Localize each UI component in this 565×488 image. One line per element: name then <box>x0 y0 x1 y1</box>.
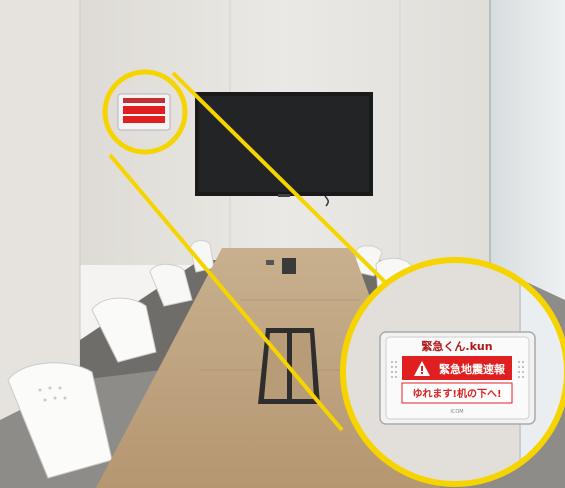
meeting-room-photo: 緊急くん.kun 緊急地震速報 ゆれます!机の下へ! ICOM <box>0 0 565 488</box>
device-header: 緊急くん.kun <box>421 339 492 353</box>
wall-tv <box>195 92 373 207</box>
zoom-callout: 緊急くん.kun 緊急地震速報 ゆれます!机の下へ! ICOM <box>340 257 565 487</box>
wall-device-small <box>117 93 171 131</box>
alert-device: 緊急くん.kun 緊急地震速報 ゆれます!机の下へ! ICOM <box>379 331 536 425</box>
cable-port <box>282 258 296 274</box>
device-footer-mark: ICOM <box>450 409 463 415</box>
alert-message: ゆれます!机の下へ! <box>412 387 501 400</box>
alert-title: 緊急地震速報 <box>439 362 506 376</box>
